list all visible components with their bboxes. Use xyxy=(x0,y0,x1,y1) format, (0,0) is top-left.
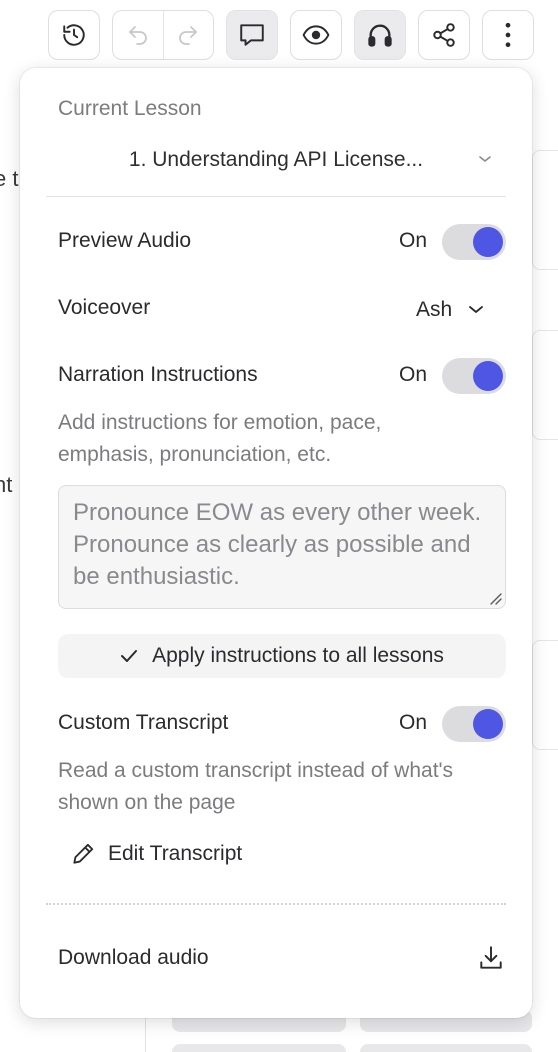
comment-icon xyxy=(240,24,264,46)
undo-button[interactable] xyxy=(113,11,163,59)
background-text-fragment: nt xyxy=(0,472,13,497)
background-panel-edge xyxy=(532,330,558,440)
share-button[interactable] xyxy=(418,10,470,60)
history-icon xyxy=(63,24,85,46)
voiceover-value: Ash xyxy=(416,298,453,321)
narration-instructions-state: On xyxy=(399,363,428,386)
narration-helper-text: Add instructions for emotion, pace, emph… xyxy=(58,411,382,466)
edit-transcript-label: Edit Transcript xyxy=(108,842,243,865)
narration-placeholder: Pronounce EOW as every other week. Prono… xyxy=(73,499,482,590)
dotted-divider xyxy=(46,903,506,905)
voiceover-select[interactable]: Ash xyxy=(416,292,484,328)
apply-to-all-lessons-label: Apply instructions to all lessons xyxy=(152,644,444,667)
preview-button[interactable] xyxy=(290,10,342,60)
history-button[interactable] xyxy=(48,10,100,60)
narration-instructions-label: Narration Instructions xyxy=(58,363,258,386)
chevron-down-icon xyxy=(479,156,491,162)
edit-transcript-button[interactable]: Edit Transcript xyxy=(70,834,242,874)
custom-transcript-state: On xyxy=(399,711,428,734)
background-panel-edge xyxy=(532,150,558,270)
narration-instructions-toggle[interactable] xyxy=(442,358,506,394)
download-audio-label: Download audio xyxy=(58,946,209,969)
background-block xyxy=(360,1044,532,1052)
download-audio-button[interactable]: Download audio xyxy=(58,942,506,978)
checkmark-icon xyxy=(121,650,138,662)
narration-instructions-textarea[interactable]: Pronounce EOW as every other week. Prono… xyxy=(58,485,506,609)
audio-button[interactable] xyxy=(354,10,406,60)
pencil-icon xyxy=(73,843,94,864)
custom-transcript-toggle[interactable] xyxy=(442,706,506,742)
audio-settings-popover: Current Lesson 1. Understanding API Lice… xyxy=(20,68,532,1018)
headphones-icon xyxy=(368,24,392,47)
more-options-button[interactable] xyxy=(482,10,534,60)
background-panel-edge xyxy=(532,640,558,750)
toggle-knob xyxy=(473,227,503,257)
custom-transcript-label: Custom Transcript xyxy=(58,711,229,734)
toggle-knob xyxy=(473,709,503,739)
preview-audio-label: Preview Audio xyxy=(58,229,192,252)
editor-toolbar xyxy=(0,10,558,62)
eye-icon xyxy=(302,25,330,45)
download-icon xyxy=(480,946,502,969)
more-vertical-icon xyxy=(505,22,511,48)
background-text-fragment: e t xyxy=(0,166,19,191)
share-icon xyxy=(433,23,455,47)
background-block xyxy=(172,1044,346,1052)
custom-transcript-helper-text: Read a custom transcript instead of what… xyxy=(58,759,454,814)
chevron-down-icon xyxy=(469,306,484,313)
redo-button[interactable] xyxy=(162,11,214,59)
comment-button[interactable] xyxy=(226,10,278,60)
toggle-knob xyxy=(473,361,503,391)
section-divider xyxy=(46,196,506,197)
preview-audio-state: On xyxy=(399,229,428,252)
preview-audio-toggle[interactable] xyxy=(442,224,506,260)
resize-handle-icon[interactable] xyxy=(488,591,502,605)
current-lesson-select[interactable]: 1. Understanding API License... xyxy=(46,140,506,180)
voiceover-label: Voiceover xyxy=(58,296,151,319)
current-lesson-label: Current Lesson xyxy=(58,97,202,120)
redo-icon xyxy=(179,26,198,45)
apply-to-all-lessons-button[interactable]: Apply instructions to all lessons xyxy=(58,634,506,678)
undo-redo-group xyxy=(112,10,214,60)
current-lesson-value: 1. Understanding API License... xyxy=(128,148,424,171)
undo-icon xyxy=(128,26,147,45)
